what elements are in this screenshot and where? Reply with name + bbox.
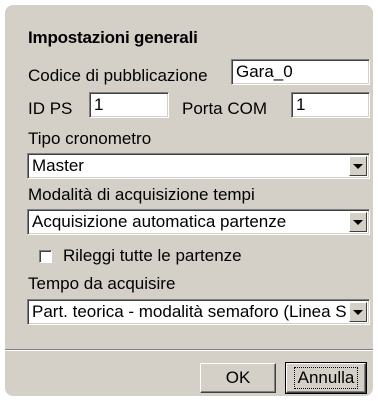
acquisition-mode-value: Acquisizione automatica partenze	[32, 212, 287, 231]
acquisition-mode-select[interactable]: Acquisizione automatica partenze	[27, 209, 370, 235]
id-ps-input[interactable]: 1	[89, 92, 169, 118]
acquisition-mode-label: Modalità di acquisizione tempi	[28, 185, 255, 204]
settings-dialog: Impostazioni generali Codice di pubblica…	[5, 5, 373, 396]
cancel-label: Annulla	[293, 367, 359, 389]
reread-label[interactable]: Rileggi tutte le partenze	[63, 246, 242, 266]
chevron-down-icon[interactable]	[349, 156, 367, 176]
publication-code-input[interactable]: Gara_0	[231, 59, 370, 85]
ok-button[interactable]: OK	[200, 363, 276, 393]
chevron-down-icon[interactable]	[349, 212, 367, 232]
time-to-acquire-select[interactable]: Part. teorica - modalità semaforo (Linea…	[27, 299, 370, 325]
cancel-button[interactable]: Annulla	[285, 362, 367, 394]
id-ps-label: ID PS	[28, 99, 73, 118]
timer-type-select[interactable]: Master	[27, 153, 370, 179]
publication-code-label: Codice di pubblicazione	[28, 66, 208, 85]
divider-highlight	[5, 350, 373, 351]
time-to-acquire-label: Tempo da acquisire	[28, 274, 176, 293]
chevron-down-icon[interactable]	[349, 302, 367, 322]
com-port-input[interactable]: 1	[291, 92, 370, 118]
ok-label: OK	[225, 368, 251, 387]
timer-type-value: Master	[32, 156, 84, 175]
timer-type-label: Tipo cronometro	[28, 129, 152, 148]
com-port-label: Porta COM	[182, 99, 268, 118]
time-to-acquire-value: Part. teorica - modalità semaforo (Linea…	[32, 302, 347, 321]
reread-checkbox[interactable]	[39, 250, 52, 263]
section-title: Impostazioni generali	[28, 28, 198, 47]
